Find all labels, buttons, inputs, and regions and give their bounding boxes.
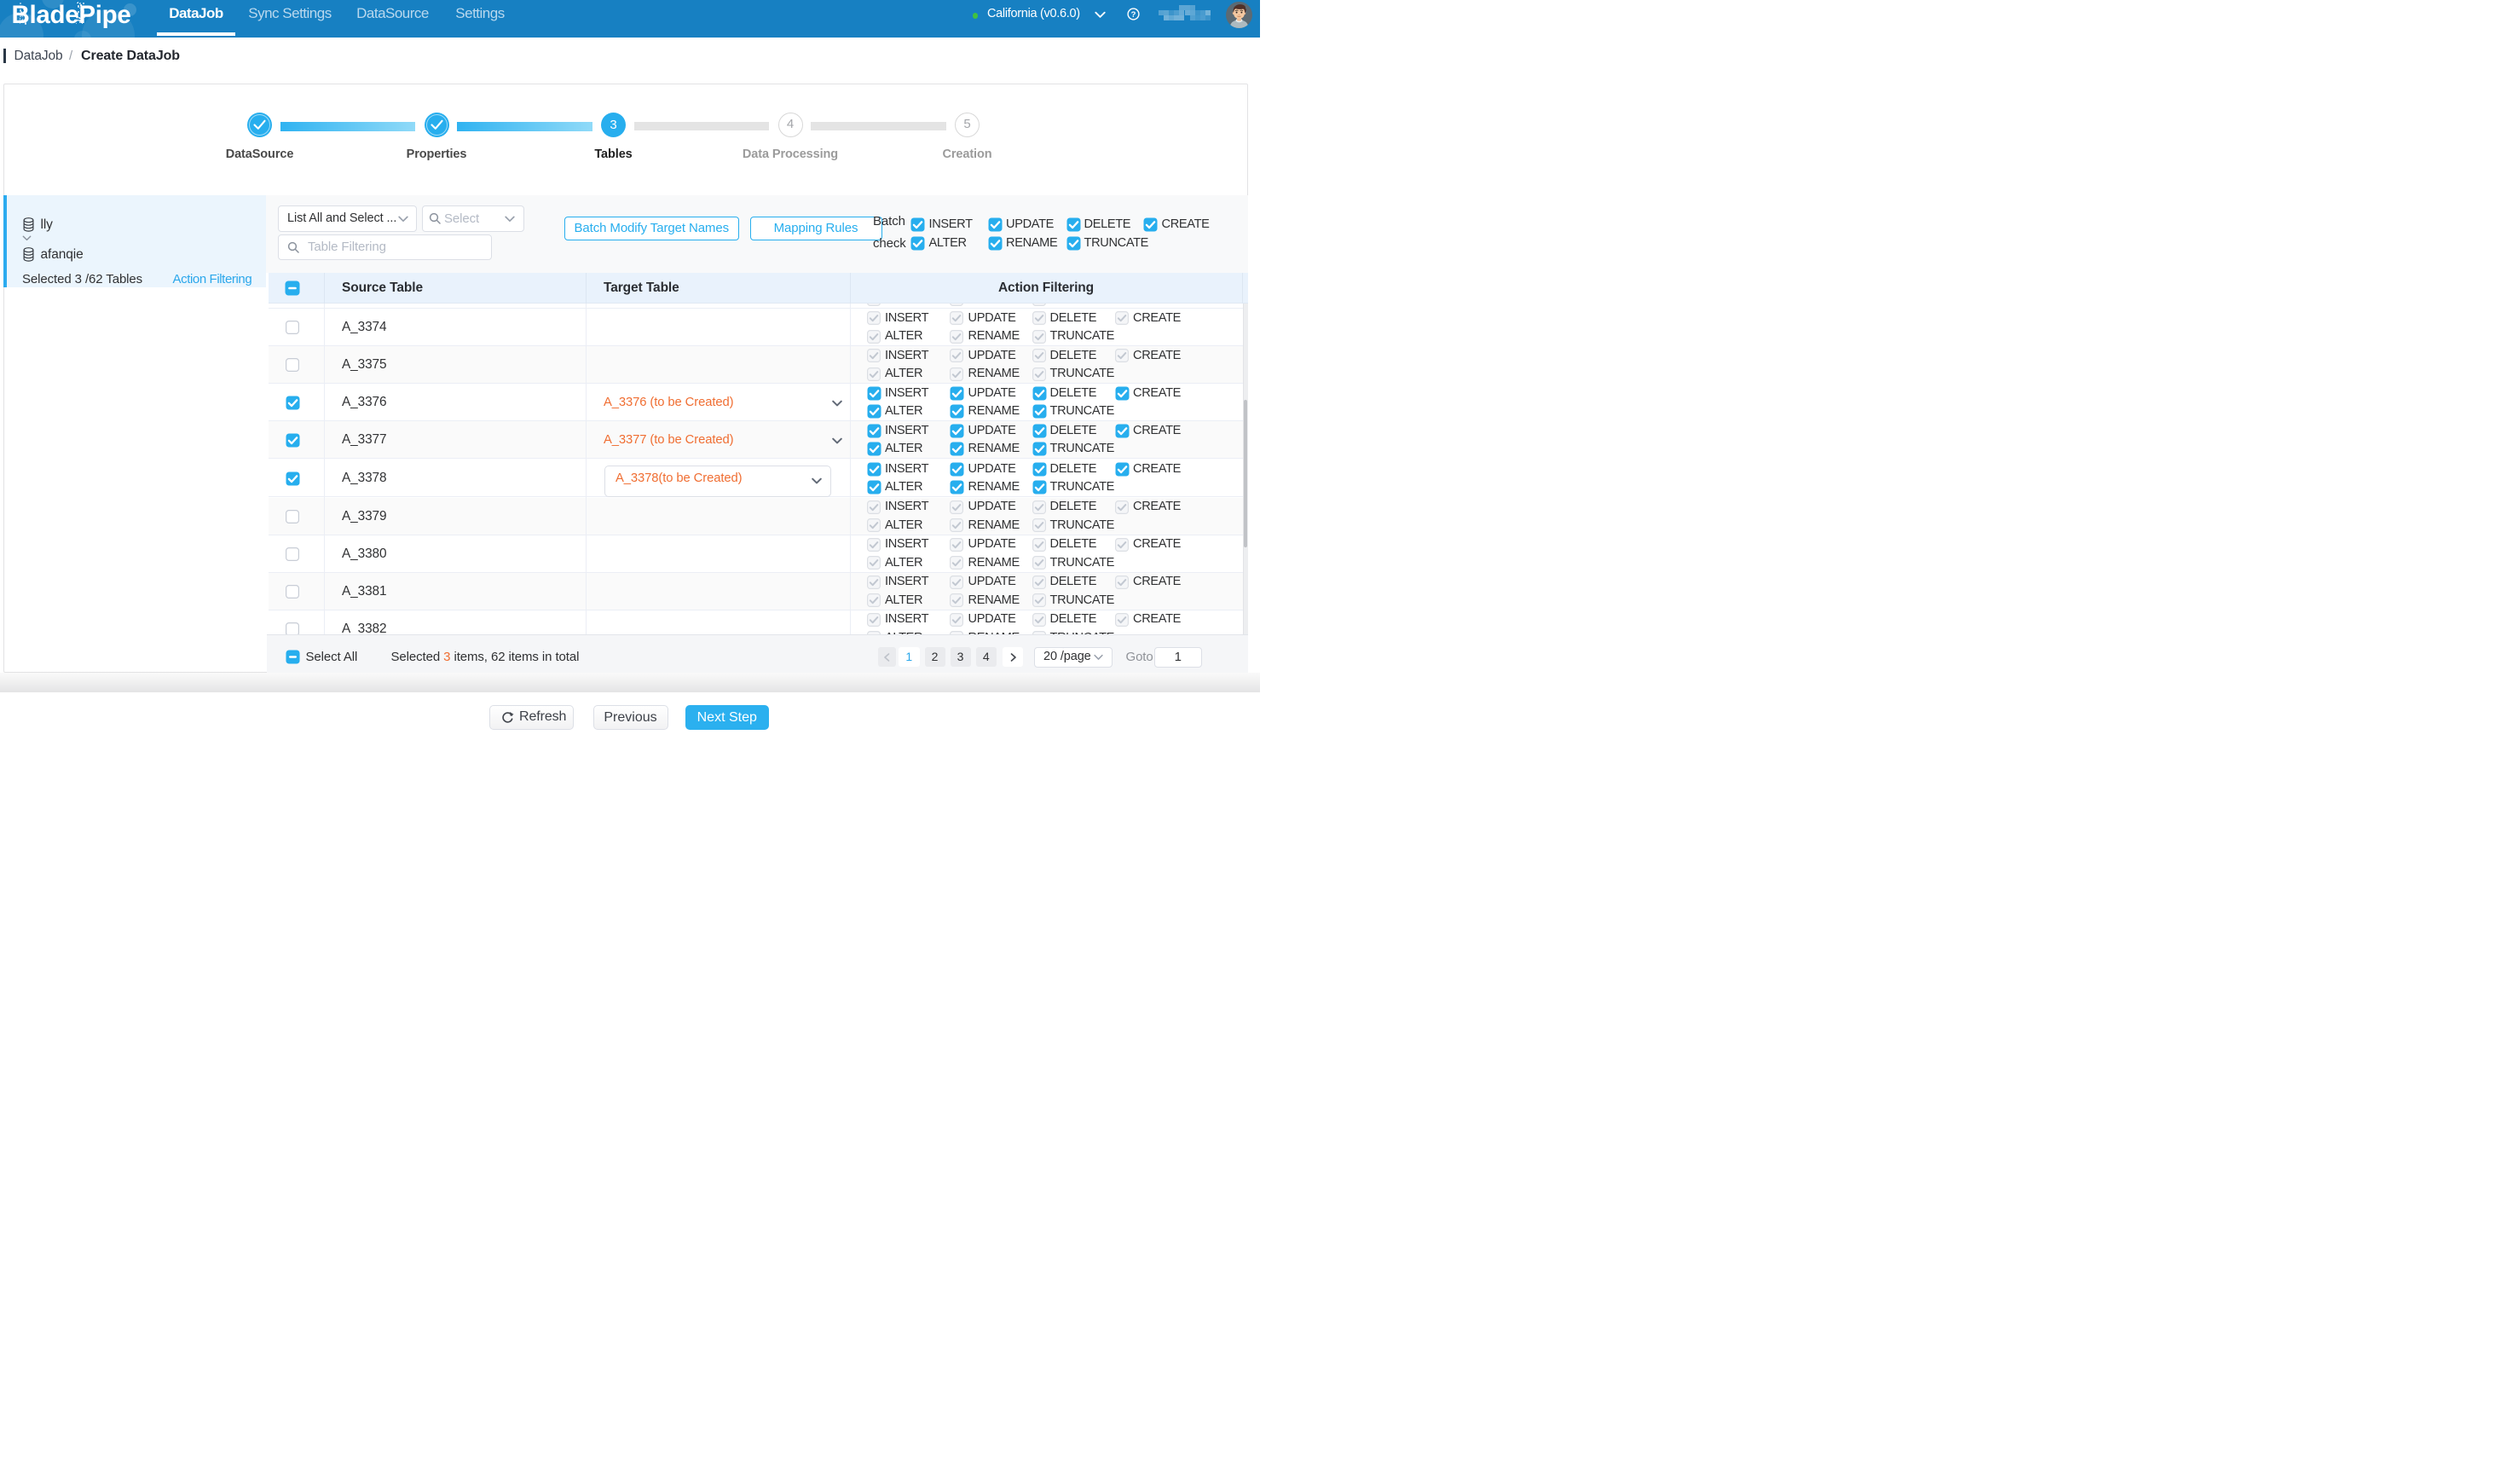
svg-text:?: ? xyxy=(1130,10,1136,20)
